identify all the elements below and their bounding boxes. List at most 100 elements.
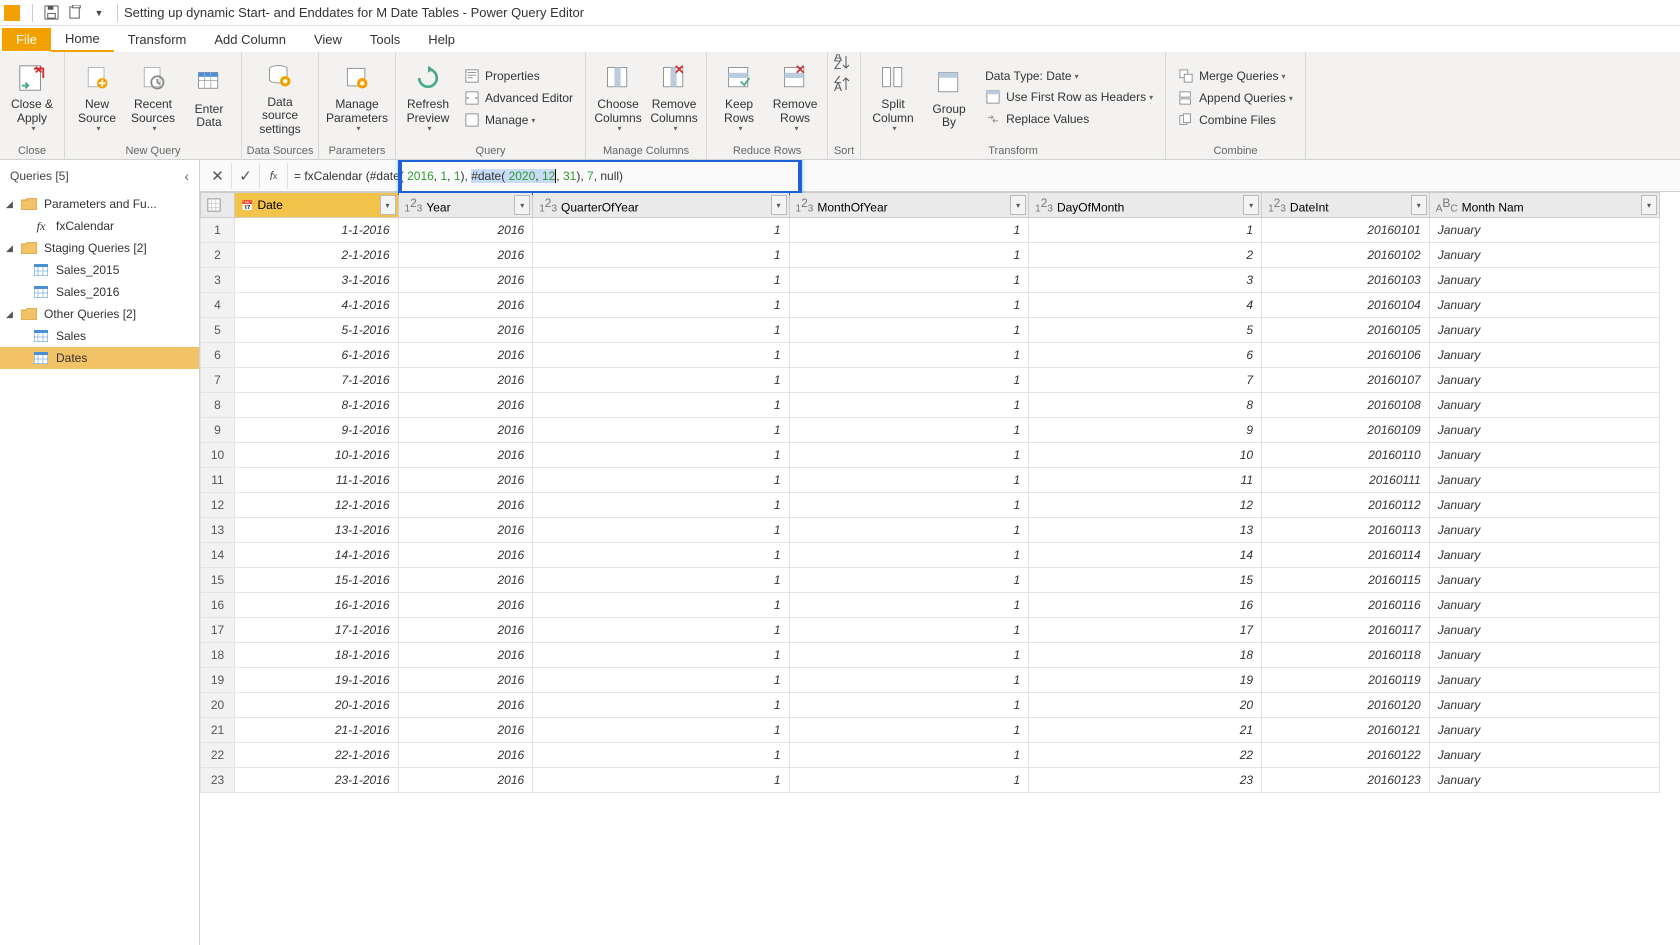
- table-row[interactable]: 1313-1-20162016111320160113January: [201, 518, 1660, 543]
- data-source-settings-button[interactable]: Data source settings: [248, 56, 312, 140]
- table-row[interactable]: 1919-1-20162016111920160119January: [201, 668, 1660, 693]
- filter-button[interactable]: ▾: [1010, 195, 1026, 215]
- svg-text:A: A: [834, 80, 842, 92]
- tab-help[interactable]: Help: [414, 28, 469, 51]
- manage-button[interactable]: Manage▾: [458, 110, 579, 130]
- query-group[interactable]: ◢Parameters and Fu...: [0, 193, 199, 215]
- table-row[interactable]: 2323-1-20162016112320160123January: [201, 768, 1660, 793]
- data-type-button[interactable]: Data Type: Date▾: [979, 67, 1159, 85]
- filter-button[interactable]: ▾: [1243, 195, 1259, 215]
- tab-tools[interactable]: Tools: [356, 28, 414, 51]
- group-reducerows-label: Reduce Rows: [707, 144, 827, 159]
- column-header[interactable]: 123DateInt▾: [1262, 193, 1430, 218]
- column-header[interactable]: 123MonthOfYear▾: [789, 193, 1029, 218]
- sort-desc-button[interactable]: ZA: [834, 76, 854, 92]
- tab-addcolumn[interactable]: Add Column: [200, 28, 300, 51]
- query-item[interactable]: Sales_2016: [0, 281, 199, 303]
- table-row[interactable]: 77-1-2016201611720160107January: [201, 368, 1660, 393]
- table-icon: [32, 329, 50, 343]
- replace-values-button[interactable]: Replace Values: [979, 109, 1159, 129]
- formula-input[interactable]: = fxCalendar (#date( 2016, 1, 1), #date(…: [288, 160, 1680, 191]
- merge-queries-button[interactable]: Merge Queries▾: [1172, 66, 1299, 86]
- folder-icon: [20, 307, 38, 321]
- collapse-pane-button[interactable]: ‹: [184, 168, 189, 184]
- manage-parameters-button[interactable]: Manage Parameters▾: [325, 58, 389, 137]
- use-first-row-icon: [985, 89, 1001, 105]
- table-row[interactable]: 2020-1-20162016112020160120January: [201, 693, 1660, 718]
- table-row[interactable]: 11-1-2016201611120160101January: [201, 218, 1660, 243]
- table-row[interactable]: 1111-1-20162016111120160111January: [201, 468, 1660, 493]
- table-row[interactable]: 1414-1-20162016111420160114January: [201, 543, 1660, 568]
- filter-button[interactable]: ▾: [1641, 195, 1657, 215]
- data-grid[interactable]: 📅Date▾123Year▾123QuarterOfYear▾123MonthO…: [200, 192, 1680, 945]
- tab-transform[interactable]: Transform: [114, 28, 201, 51]
- row-number: 11: [201, 468, 235, 493]
- type-icon: 123: [796, 196, 814, 214]
- enter-data-button[interactable]: Enter Data: [183, 63, 235, 133]
- keep-rows-icon: [723, 62, 755, 94]
- table-row[interactable]: 33-1-2016201611320160103January: [201, 268, 1660, 293]
- advanced-editor-button[interactable]: Advanced Editor: [458, 88, 579, 108]
- column-header[interactable]: 123QuarterOfYear▾: [533, 193, 789, 218]
- group-by-icon: [933, 67, 965, 99]
- query-item[interactable]: Sales_2015: [0, 259, 199, 281]
- filter-button[interactable]: ▾: [771, 195, 787, 215]
- table-row[interactable]: 1212-1-20162016111220160112January: [201, 493, 1660, 518]
- query-item[interactable]: Dates: [0, 347, 199, 369]
- table-row[interactable]: 1818-1-20162016111820160118January: [201, 643, 1660, 668]
- table-row[interactable]: 66-1-2016201611620160106January: [201, 343, 1660, 368]
- remove-rows-button[interactable]: Remove Rows▾: [769, 58, 821, 137]
- table-row[interactable]: 22-1-2016201611220160102January: [201, 243, 1660, 268]
- group-by-button[interactable]: Group By: [923, 63, 975, 133]
- column-header[interactable]: ABCMonth Nam▾: [1429, 193, 1659, 218]
- tab-file[interactable]: File: [2, 28, 51, 51]
- group-transform-label: Transform: [861, 144, 1165, 159]
- table-settings-button[interactable]: [201, 193, 235, 218]
- new-source-button[interactable]: New Source▾: [71, 58, 123, 137]
- filter-button[interactable]: ▾: [380, 195, 396, 215]
- data-source-settings-icon: [264, 60, 296, 92]
- table-row[interactable]: 55-1-2016201611520160105January: [201, 318, 1660, 343]
- use-first-row-button[interactable]: Use First Row as Headers▾: [979, 87, 1159, 107]
- row-number: 15: [201, 568, 235, 593]
- row-number: 20: [201, 693, 235, 718]
- commit-formula-button[interactable]: ✓: [232, 163, 260, 189]
- table-row[interactable]: 2222-1-20162016112220160122January: [201, 743, 1660, 768]
- table-row[interactable]: 2121-1-20162016112120160121January: [201, 718, 1660, 743]
- refresh-preview-button[interactable]: Refresh Preview▾: [402, 58, 454, 137]
- column-header[interactable]: 📅Date▾: [235, 193, 399, 218]
- table-row[interactable]: 1717-1-20162016111720160117January: [201, 618, 1660, 643]
- append-queries-button[interactable]: Append Queries▾: [1172, 88, 1299, 108]
- table-row[interactable]: 88-1-2016201611820160108January: [201, 393, 1660, 418]
- choose-columns-button[interactable]: Choose Columns▾: [592, 58, 644, 137]
- query-item[interactable]: Sales: [0, 325, 199, 347]
- tab-view[interactable]: View: [300, 28, 356, 51]
- dropdown-arrow[interactable]: ▼: [90, 4, 108, 22]
- combine-files-button[interactable]: Combine Files: [1172, 110, 1299, 130]
- query-group[interactable]: ◢Staging Queries [2]: [0, 237, 199, 259]
- properties-button[interactable]: Properties: [458, 66, 579, 86]
- keep-rows-button[interactable]: Keep Rows▾: [713, 58, 765, 137]
- close-apply-button[interactable]: Close & Apply▾: [6, 58, 58, 137]
- tab-home[interactable]: Home: [51, 27, 114, 52]
- split-column-button[interactable]: Split Column▾: [867, 58, 919, 137]
- table-row[interactable]: 44-1-2016201611420160104January: [201, 293, 1660, 318]
- table-row[interactable]: 1010-1-20162016111020160110January: [201, 443, 1660, 468]
- remove-columns-button[interactable]: Remove Columns▾: [648, 58, 700, 137]
- table-row[interactable]: 99-1-2016201611920160109January: [201, 418, 1660, 443]
- query-item[interactable]: fxfxCalendar: [0, 215, 199, 237]
- table-row[interactable]: 1616-1-20162016111620160116January: [201, 593, 1660, 618]
- recent-sources-button[interactable]: Recent Sources▾: [127, 58, 179, 137]
- column-header[interactable]: 123DayOfMonth▾: [1029, 193, 1262, 218]
- filter-button[interactable]: ▾: [514, 195, 530, 215]
- column-header[interactable]: 123Year▾: [398, 193, 533, 218]
- fx-button[interactable]: fx: [260, 163, 288, 189]
- table-row[interactable]: 1515-1-20162016111520160115January: [201, 568, 1660, 593]
- cancel-formula-button[interactable]: ✕: [204, 163, 232, 189]
- query-group[interactable]: ◢Other Queries [2]: [0, 303, 199, 325]
- queries-header: Queries [5] ‹: [0, 160, 199, 189]
- sort-asc-button[interactable]: AZ: [834, 54, 854, 70]
- save-icon[interactable]: [42, 4, 60, 22]
- filter-button[interactable]: ▾: [1411, 195, 1427, 215]
- undo-icon[interactable]: [66, 4, 84, 22]
